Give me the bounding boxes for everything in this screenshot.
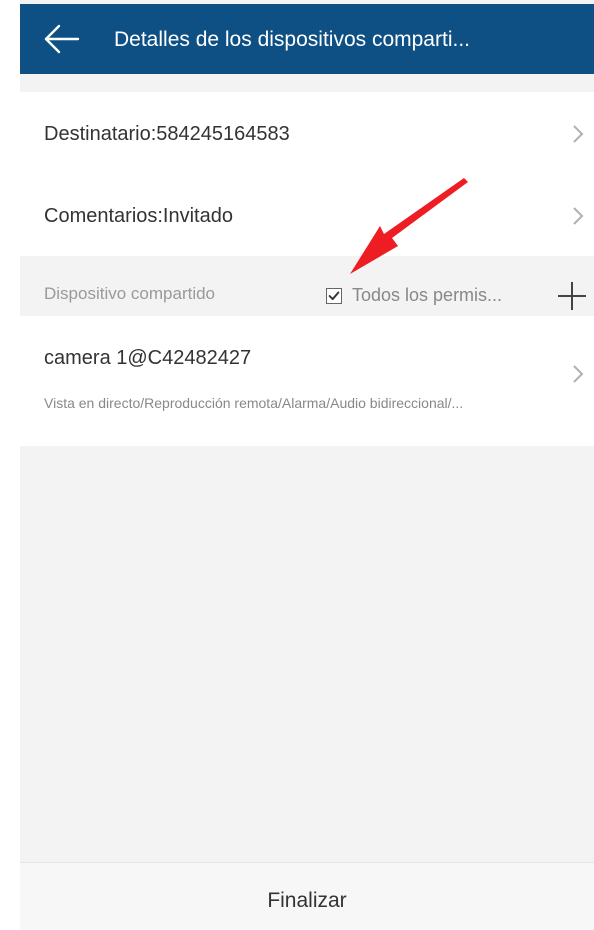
comments-row[interactable]: Comentarios:Invitado <box>20 174 594 256</box>
chevron-right-icon <box>573 207 584 225</box>
checkbox-label: Todos los permis... <box>352 285 503 305</box>
recipient-label: Destinatario:584245164583 <box>44 123 290 145</box>
back-arrow-icon[interactable] <box>44 24 80 54</box>
section-label: Dispositivo compartido <box>44 284 216 303</box>
chevron-right-icon <box>573 365 584 383</box>
device-permissions: Vista en directo/Reproducción remota/Ala… <box>44 395 464 411</box>
checkbox-box[interactable] <box>326 288 342 304</box>
recipient-row[interactable]: Destinatario:584245164583 <box>20 92 594 174</box>
page-title: Detalles de los dispositivos comparti... <box>114 28 470 51</box>
shared-device-section-header: Dispositivo compartido Todos los permis.… <box>20 256 594 316</box>
checkmark-icon <box>328 291 340 301</box>
device-row[interactable]: camera 1@C42482427 Vista en directo/Repr… <box>20 316 594 446</box>
device-name: camera 1@C42482427 <box>44 347 252 369</box>
comments-label: Comentarios:Invitado <box>44 205 233 227</box>
finish-button[interactable]: Finalizar <box>20 862 594 930</box>
spacer <box>20 74 594 92</box>
plus-icon[interactable] <box>558 282 586 310</box>
all-permissions-checkbox[interactable]: Todos los permis... <box>326 282 502 306</box>
chevron-right-icon <box>573 125 584 143</box>
finish-button-label: Finalizar <box>267 888 347 912</box>
app-frame: Detalles de los dispositivos comparti...… <box>20 0 594 930</box>
header-bar: Detalles de los dispositivos comparti... <box>20 4 594 74</box>
